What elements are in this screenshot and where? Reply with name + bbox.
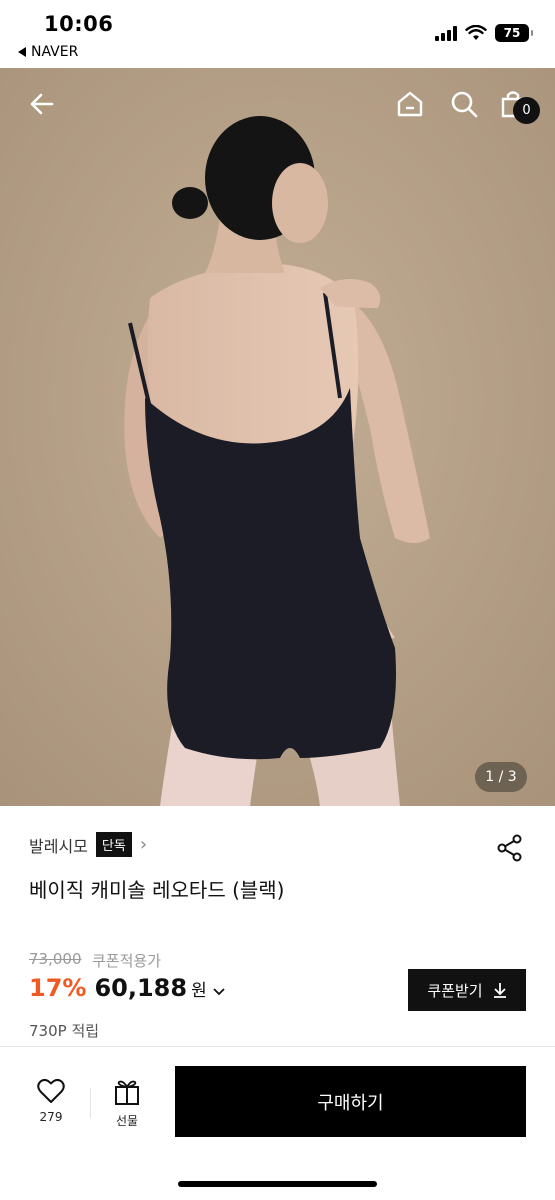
gift-label: 선물 (115, 1114, 139, 1128)
download-icon (493, 983, 506, 998)
image-page-indicator: 1 / 3 (475, 762, 527, 792)
gift-button[interactable]: 선물 (104, 1078, 150, 1130)
product-title: 베이직 캐미솔 레오타드 (블랙) (29, 878, 285, 902)
home-icon[interactable] (394, 88, 426, 120)
battery-icon: 75 (495, 24, 533, 42)
coupon-price-note: 쿠폰적용가 (92, 952, 162, 970)
back-triangle-icon (18, 47, 26, 57)
chevron-down-icon[interactable] (213, 984, 225, 1000)
original-price: 73,000 (29, 950, 82, 968)
search-icon[interactable] (448, 88, 480, 120)
currency-label: 원 (191, 981, 207, 1001)
sale-price: 60,188 (94, 974, 188, 1002)
coupon-button-label: 쿠폰받기 (427, 982, 483, 1000)
exclusive-badge: 단독 (95, 832, 132, 857)
status-time: 10:06 (44, 12, 114, 36)
divider (90, 1088, 91, 1118)
reward-points: 730P 적립 (29, 1022, 100, 1040)
share-icon[interactable] (495, 833, 525, 863)
like-count: 279 (39, 1110, 63, 1124)
chevron-right-icon: › (139, 834, 148, 855)
price-row[interactable]: 17% 60,188 원 (29, 974, 225, 1002)
wifi-icon (465, 25, 487, 40)
product-image-carousel[interactable] (0, 68, 555, 806)
status-bar: 10:06 NAVER 75 (0, 0, 555, 68)
coupon-download-button[interactable]: 쿠폰받기 (408, 969, 526, 1011)
gift-icon (115, 1080, 139, 1105)
product-photo (0, 68, 555, 806)
back-app-label: NAVER (31, 44, 79, 60)
brand-name: 발레시모 (29, 836, 88, 856)
discount-rate: 17% (29, 974, 87, 1002)
status-icons: 75 (435, 24, 533, 42)
home-indicator (178, 1181, 377, 1187)
back-to-app-link[interactable]: NAVER (18, 44, 78, 60)
cart-count-badge: 0 (513, 97, 540, 124)
brand-link[interactable]: 발레시모 단독 › (29, 832, 147, 857)
signal-icon (435, 25, 457, 41)
back-arrow-icon[interactable] (26, 88, 58, 120)
like-button[interactable]: 279 (28, 1078, 74, 1130)
buy-button[interactable]: 구매하기 (175, 1066, 526, 1137)
heart-icon (37, 1078, 65, 1103)
